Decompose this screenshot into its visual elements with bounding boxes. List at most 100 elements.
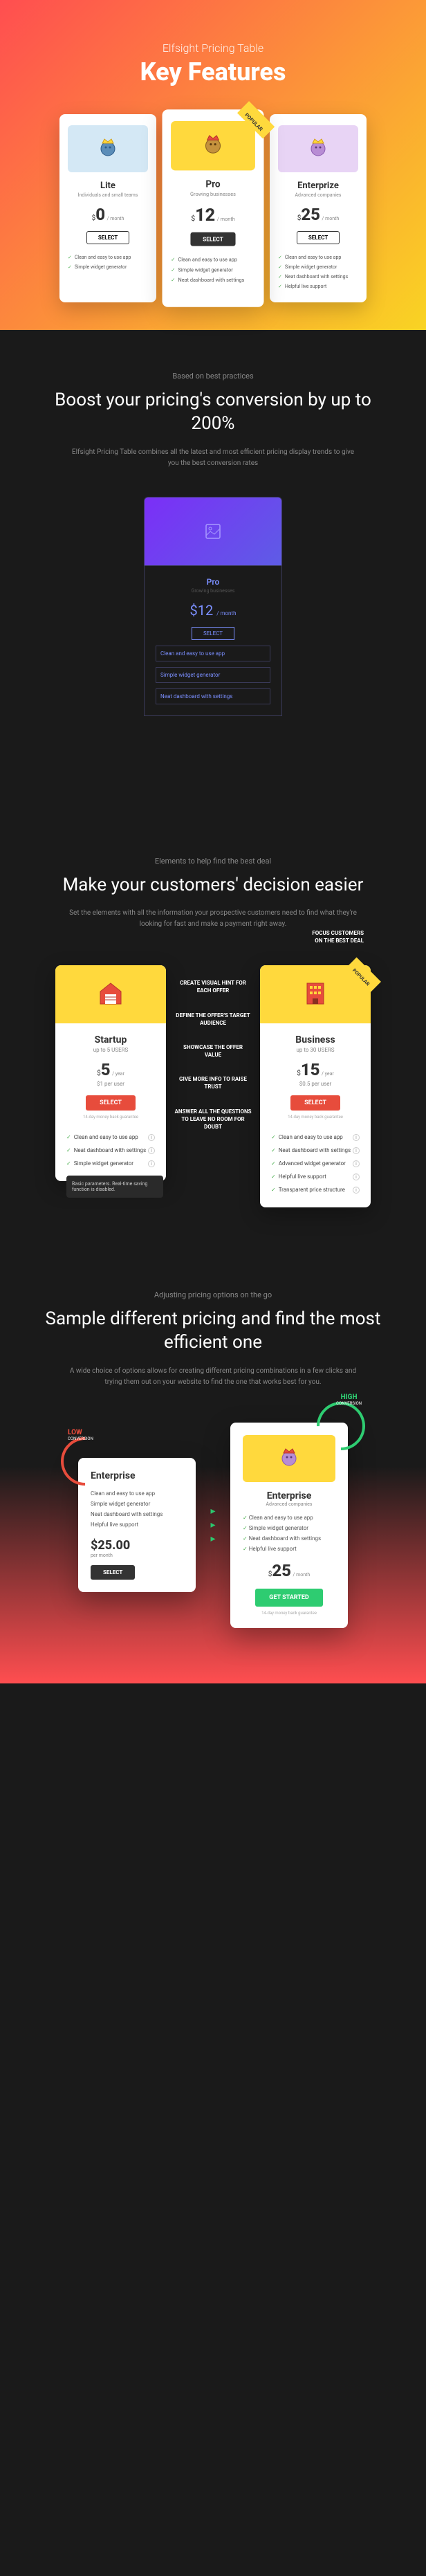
comp-sub: up to 30 USERS (271, 1047, 360, 1053)
section-desc: Elfsight Pricing Table combines all the … (68, 447, 358, 469)
guarantee-text: 14-day money back guarantee (66, 1115, 155, 1120)
comp-features: Clean and easy to use appi Neat dashboar… (55, 1131, 166, 1181)
conv-sub: Advanced companies (243, 1501, 335, 1507)
feature-item: Clean and easy to use appi (66, 1131, 155, 1144)
select-button[interactable]: SELECT (91, 1565, 135, 1580)
plan-name: Enterprize (278, 181, 358, 191)
select-button[interactable]: SELECT (86, 1095, 136, 1111)
info-icon[interactable]: i (353, 1187, 360, 1194)
king-icon (94, 134, 122, 161)
arrows-icon: ▸▸▸ (210, 1506, 215, 1544)
guarantee-text: 14-day money back guarantee (271, 1115, 360, 1120)
feature-item: Clean and easy to use app (171, 255, 255, 265)
callout: GIVE MORE INFO TO RAISE TRUST (174, 1075, 252, 1090)
info-icon[interactable]: i (353, 1147, 360, 1154)
callout: CREATE VISUAL HINT FOR EACH OFFER (174, 979, 252, 994)
conv-name: Enterprise (243, 1490, 335, 1501)
section-desc: Set the elements with all the informatio… (68, 908, 358, 930)
section-title: Boost your pricing's conversion by up to… (35, 389, 391, 436)
plan-sub: Advanced companies (278, 192, 358, 198)
section-eyebrow: Elements to help find the best deal (35, 857, 391, 866)
info-icon[interactable]: i (353, 1173, 360, 1180)
select-button[interactable]: SELECT (297, 231, 340, 244)
wireframe-image (144, 497, 282, 566)
high-conversion-card: HIGHCONVERSION Enterprise Advanced compa… (230, 1423, 348, 1628)
select-button[interactable]: SELECT (86, 231, 129, 244)
gauge-label: HIGHCONVERSION (336, 1394, 362, 1406)
info-icon[interactable]: i (148, 1147, 155, 1154)
feature-item: Clean and easy to use app (91, 1488, 183, 1499)
plan-card-lite: Lite Individuals and small teams $0 / mo… (59, 114, 156, 302)
comp-name: Business (271, 1034, 360, 1045)
plan-price: $12 / month (171, 205, 255, 225)
comp-sub: up to 5 USERS (66, 1047, 155, 1053)
feature-list: Clean and easy to use app Simple widget … (278, 253, 358, 291)
feature-item: Clean and easy to use app (68, 253, 148, 262)
image-icon (205, 523, 221, 540)
section-title: Sample different pricing and find the mo… (21, 1308, 405, 1355)
hero-section: Elfsight Pricing Table Key Features Lite… (0, 0, 426, 330)
feature-list: Clean and easy to use app Simple widget … (171, 255, 255, 285)
info-icon[interactable]: i (353, 1134, 360, 1141)
feature-item: Clean and easy to use app (278, 253, 358, 262)
select-button[interactable]: SELECT (190, 232, 235, 246)
conv-unit: per month (91, 1553, 183, 1558)
plan-card-pro: POPULAR Pro Growing businesses $12 / mon… (163, 109, 264, 307)
feature-item: Neat dashboard with settingsi (66, 1144, 155, 1157)
conversion-row: LOWCONVERSION Enterprise Clean and easy … (21, 1423, 405, 1628)
plan-name: Lite (68, 181, 148, 191)
callouts-column: CREATE VISUAL HINT FOR EACH OFFER DEFINE… (172, 965, 254, 1144)
conv-price: $25.00 (91, 1538, 183, 1553)
callout: ANSWER ALL THE QUESTIONS TO LEAVE NO ROO… (174, 1108, 252, 1131)
plan-card-enterprise: Enterprize Advanced companies $25 / mont… (270, 114, 367, 302)
section-desc: A wide choice of options allows for crea… (68, 1366, 358, 1388)
comp-body: Business up to 30 USERS $15 / year $0.5 … (260, 1023, 371, 1131)
king-icon (198, 130, 228, 159)
info-icon[interactable]: i (148, 1160, 155, 1167)
feature-item: Helpful live supporti (271, 1170, 360, 1183)
wf-select-button[interactable]: SELECT (192, 627, 234, 640)
gauge-label: LOWCONVERSION (68, 1429, 93, 1441)
info-icon[interactable]: i (353, 1160, 360, 1167)
tooltip: Basic parameters. Real-time saving funct… (66, 1176, 163, 1198)
comp-card-startup: Startup up to 5 USERS $5 / year $1 per u… (55, 965, 166, 1181)
low-conversion-card: LOWCONVERSION Enterprise Clean and easy … (78, 1458, 196, 1592)
guarantee-text: 14-day money back guarantee (243, 1611, 335, 1616)
feature-item: Advanced widget generatori (271, 1157, 360, 1170)
hero-subtitle: Elfsight Pricing Table (28, 42, 398, 55)
wireframe-body: Pro Growing businesses $12 / month SELEC… (144, 566, 282, 716)
wireframe-card: Pro Growing businesses $12 / month SELEC… (144, 497, 282, 774)
focus-label: FOCUS CUSTOMERSON THE BEST DEAL (35, 930, 391, 944)
plan-sub: Individuals and small teams (68, 192, 148, 198)
feature-item: Neat dashboard with settings (243, 1533, 335, 1544)
info-icon[interactable]: i (148, 1134, 155, 1141)
get-started-button[interactable]: GET STARTED (255, 1589, 323, 1607)
select-button[interactable]: SELECT (290, 1095, 340, 1111)
section-title: Make your customers' decision easier (35, 874, 391, 897)
section-eyebrow: Adjusting pricing options on the go (21, 1290, 405, 1299)
plan-sub: Growing businesses (171, 192, 255, 197)
king-icon (304, 134, 332, 161)
feature-item: Simple widget generatori Basic parameter… (66, 1157, 155, 1170)
feature-item: Helpful live support (243, 1544, 335, 1554)
plan-name: Pro (171, 179, 255, 190)
feature-item: Neat dashboard with settings (278, 272, 358, 282)
comp-card-business: POPULAR Business up to 30 USERS $15 / ye… (260, 965, 371, 1207)
feature-item: Simple widget generator (278, 262, 358, 272)
plan-header (171, 121, 255, 170)
wf-name: Pro (156, 577, 270, 587)
feature-item: Clean and easy to use app (243, 1513, 335, 1523)
comp-price: $15 / year (271, 1060, 360, 1079)
plan-header (68, 125, 148, 172)
king-icon (275, 1443, 303, 1471)
hero-title: Key Features (28, 57, 398, 86)
pricing-cards-row: Lite Individuals and small teams $0 / mo… (28, 114, 398, 330)
section-sample: Adjusting pricing options on the go Samp… (0, 1249, 426, 1683)
king-header (243, 1435, 335, 1482)
per-user: $1 per user (66, 1081, 155, 1087)
plan-price: $25 / month (278, 205, 358, 224)
callout: DEFINE THE OFFER'S TARGET AUDIENCE (174, 1012, 252, 1027)
per-user: $0.5 per user (271, 1081, 360, 1087)
wf-feature: Clean and easy to use app (156, 646, 270, 661)
garage-icon (97, 979, 124, 1007)
